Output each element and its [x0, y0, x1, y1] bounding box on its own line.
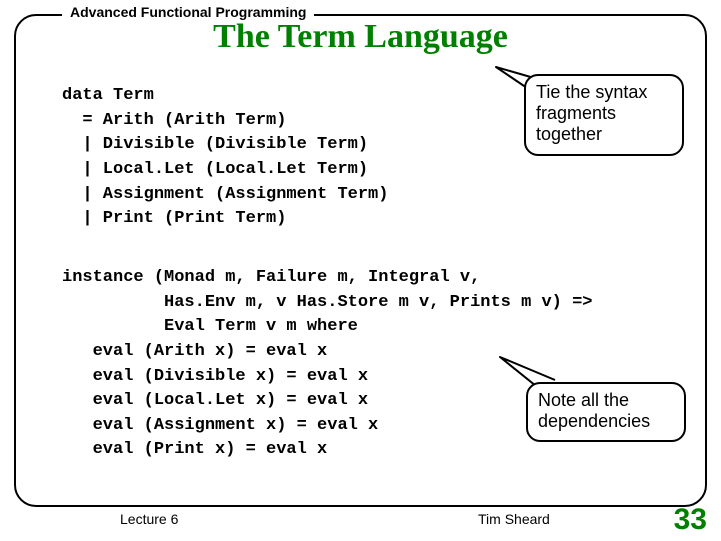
footer-author: Tim Sheard	[478, 511, 550, 527]
callout-dependencies: Note all the dependencies	[526, 382, 686, 442]
footer-lecture: Lecture 6	[120, 511, 178, 527]
slide-title: The Term Language	[0, 18, 721, 56]
code-block-data-term: data Term = Arith (Arith Term) | Divisib…	[62, 84, 388, 232]
callout-tie-syntax: Tie the syntax fragments together	[524, 74, 684, 156]
page-number: 33	[674, 503, 707, 537]
